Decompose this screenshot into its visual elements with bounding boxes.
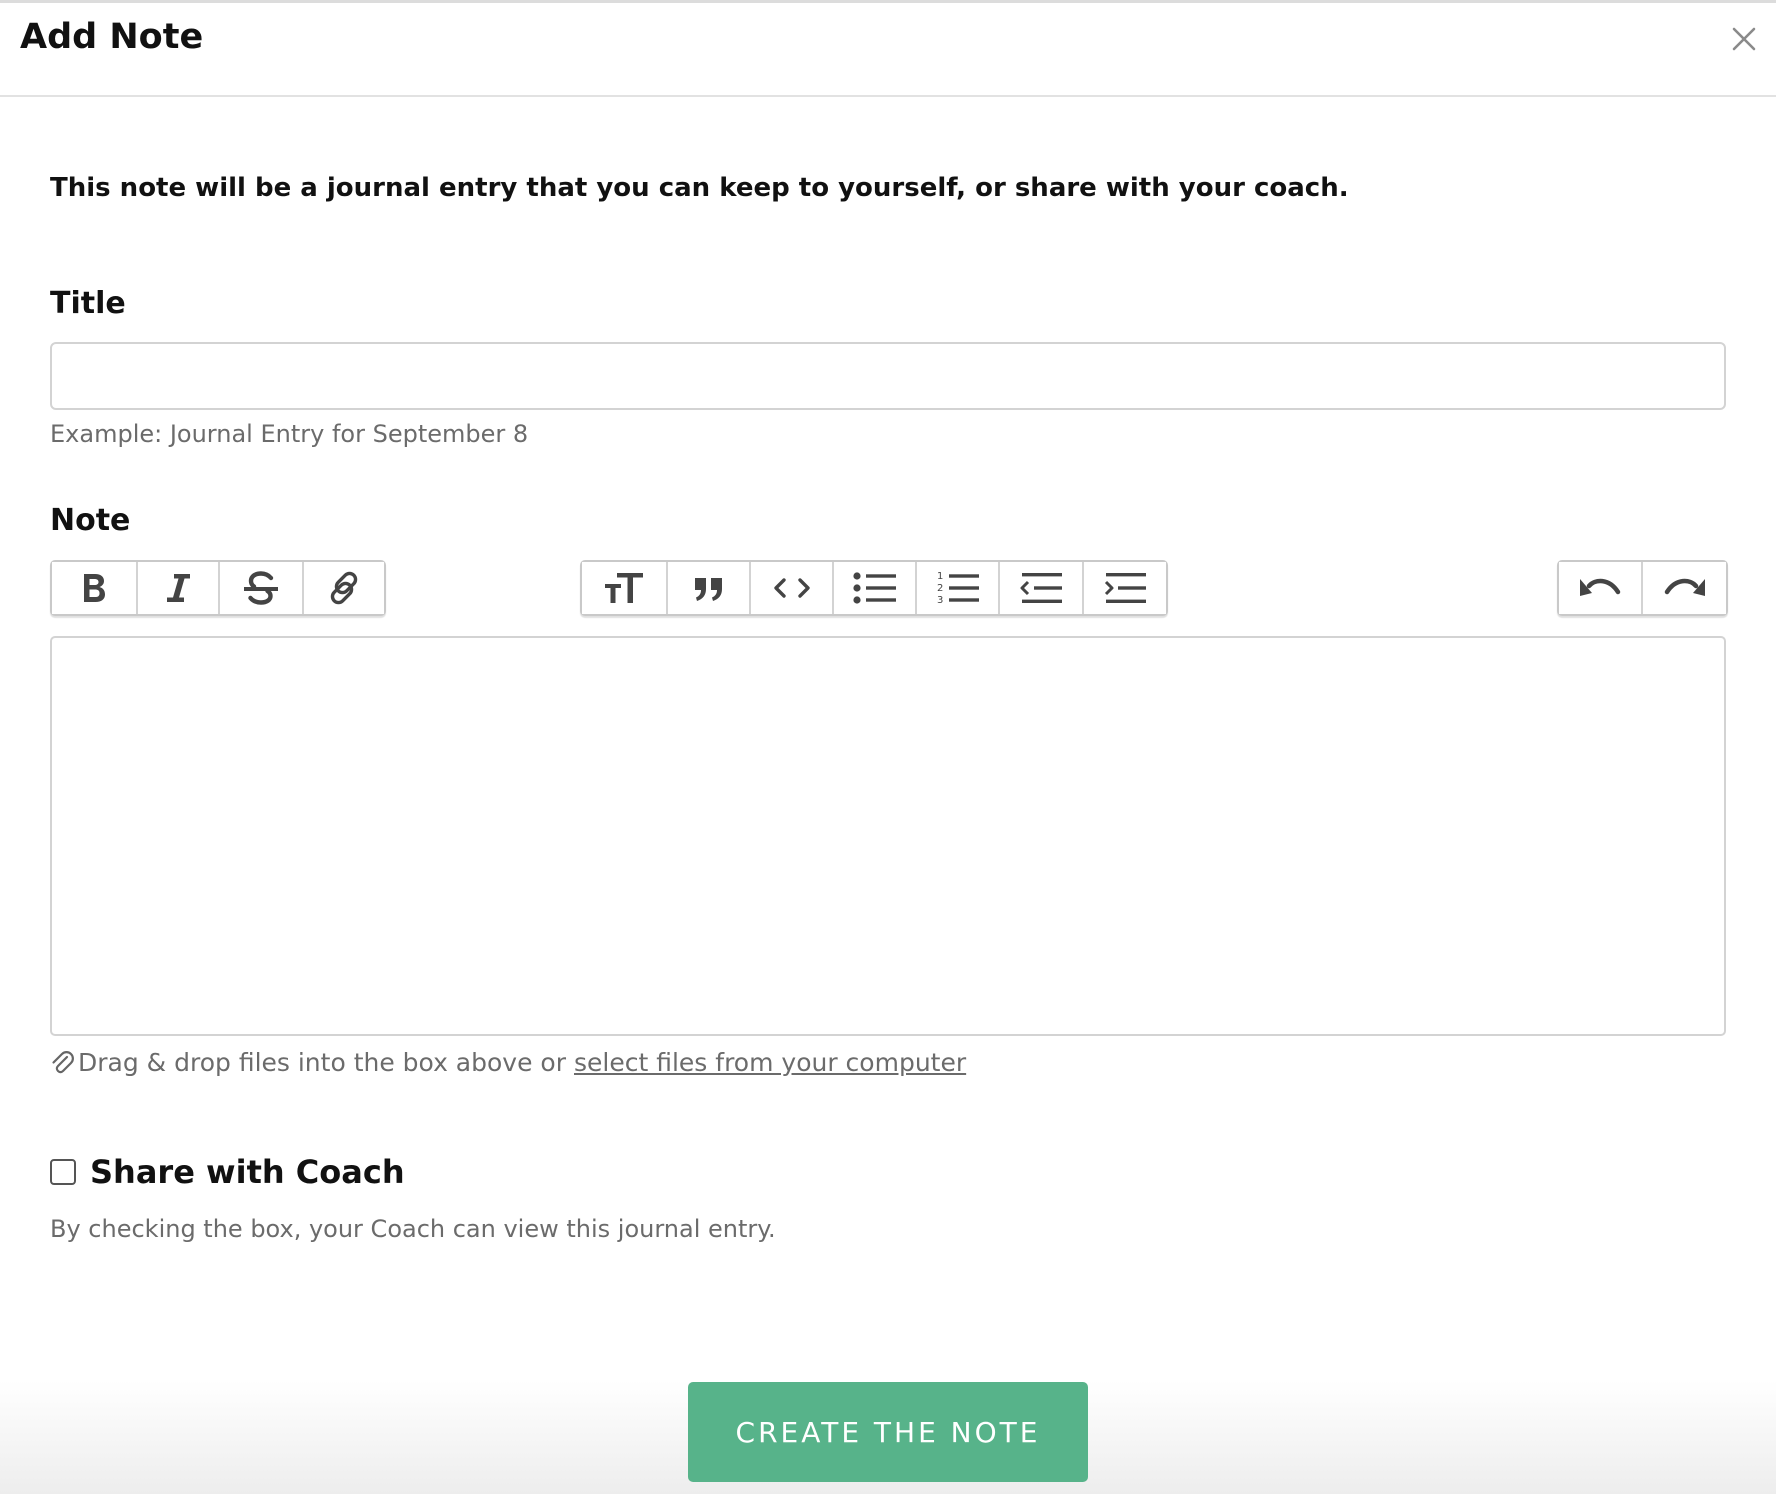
svg-text:3: 3 — [937, 595, 943, 606]
italic-icon — [167, 574, 190, 602]
indent-icon — [1104, 573, 1146, 603]
share-with-coach-row: Share with Coach — [50, 1153, 405, 1191]
add-note-dialog: Add Note This note will be a journal ent… — [0, 0, 1776, 1494]
intro-text: This note will be a journal entry that y… — [50, 173, 1349, 203]
note-label: Note — [50, 503, 131, 538]
attachment-area: Drag & drop files into the box above or … — [50, 1045, 966, 1079]
heading-button[interactable] — [582, 562, 668, 614]
attachment-text: Drag & drop files into the box above or — [78, 1047, 566, 1077]
note-editor[interactable] — [50, 636, 1726, 1036]
dialog-title: Add Note — [20, 17, 204, 57]
link-button[interactable] — [304, 562, 384, 614]
share-with-coach-label[interactable]: Share with Coach — [90, 1153, 405, 1191]
close-icon — [1732, 27, 1756, 51]
numbered-list-button[interactable]: 1 2 3 — [917, 562, 1000, 614]
outdent-button[interactable] — [1000, 562, 1084, 614]
share-with-coach-checkbox[interactable] — [50, 1159, 76, 1185]
svg-text:2: 2 — [937, 583, 943, 594]
share-hint: By checking the box, your Coach can view… — [50, 1215, 776, 1243]
bullet-list-button[interactable] — [834, 562, 917, 614]
italic-button[interactable] — [138, 562, 220, 614]
create-note-button[interactable]: CREATE THE NOTE — [688, 1382, 1088, 1482]
heading-icon — [605, 573, 643, 603]
select-files-link[interactable]: select files from your computer — [574, 1048, 966, 1077]
indent-button[interactable] — [1084, 562, 1166, 614]
toolbar-history-group — [1557, 560, 1728, 616]
bold-icon — [84, 574, 105, 602]
redo-icon — [1664, 578, 1705, 596]
numbered-list-icon: 1 2 3 — [937, 571, 979, 606]
strikethrough-icon — [244, 571, 278, 605]
redo-button[interactable] — [1643, 562, 1726, 614]
undo-button[interactable] — [1559, 562, 1643, 614]
code-icon — [773, 578, 810, 598]
undo-icon — [1580, 578, 1621, 596]
svg-text:1: 1 — [937, 571, 943, 582]
paperclip-icon — [52, 1051, 74, 1074]
title-label: Title — [50, 286, 126, 321]
quote-button[interactable] — [668, 562, 751, 614]
quote-icon — [694, 578, 722, 601]
toolbar-format-group — [50, 560, 386, 616]
bullet-list-icon — [852, 572, 896, 604]
title-input[interactable] — [50, 342, 1726, 410]
title-hint: Example: Journal Entry for September 8 — [50, 420, 529, 448]
code-button[interactable] — [751, 562, 834, 614]
close-button[interactable] — [1726, 21, 1762, 57]
link-icon — [330, 571, 358, 605]
dialog-header: Add Note — [0, 3, 1776, 97]
toolbar-block-group: 1 2 3 — [580, 560, 1168, 616]
outdent-icon — [1020, 573, 1062, 603]
bold-button[interactable] — [52, 562, 138, 614]
strikethrough-button[interactable] — [220, 562, 304, 614]
